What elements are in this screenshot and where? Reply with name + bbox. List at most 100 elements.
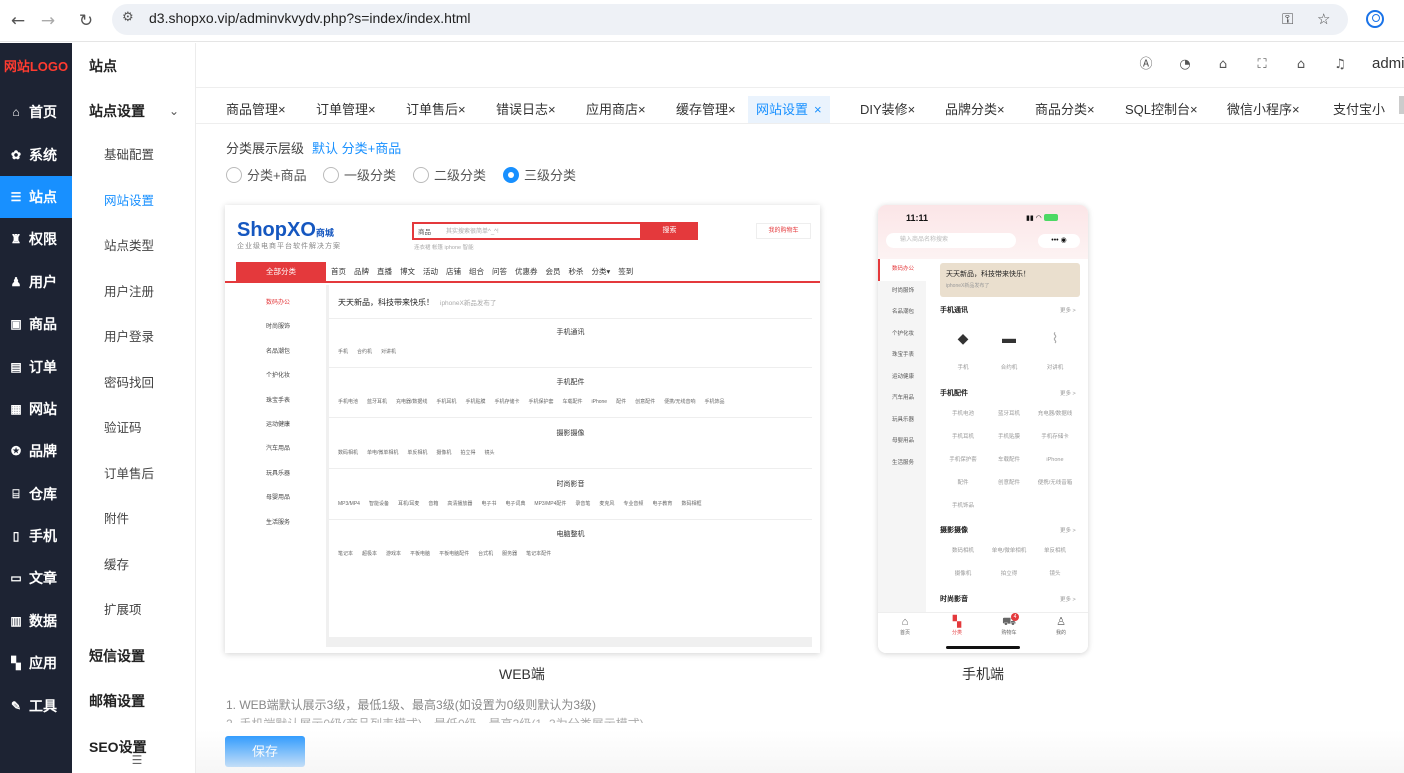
preview-section-items: 数码相机 单电/微单相机 单反相机 摄像机 拍立得 镜头 [338, 449, 503, 456]
sidebar-item-4[interactable]: ♟ 用户 [0, 261, 72, 303]
sidebar-item-8[interactable]: ✪ 品牌 [0, 430, 72, 472]
home-icon[interactable]: ⌂ [1293, 57, 1309, 73]
submenu-item[interactable]: 密码找回 [72, 361, 195, 407]
submenu-group[interactable]: 短信设置 [72, 634, 195, 680]
sidebar-item-14[interactable]: ✎ 工具 [0, 684, 72, 726]
sidebar-item-9[interactable]: ⌸ 仓库 [0, 473, 72, 515]
preview-search-button: 搜索 [641, 222, 698, 240]
close-icon[interactable]: × [997, 102, 1005, 117]
collapse-menu-icon[interactable]: ☰ [130, 753, 144, 767]
sidebar-item-11[interactable]: ▭ 文章 [0, 557, 72, 599]
submenu-item[interactable]: 用户登录 [72, 315, 195, 361]
radio-option[interactable]: 一级分类 [323, 167, 396, 185]
preview-nav-item: 店铺 [446, 267, 461, 276]
preview-section-item: 电子词典 [505, 501, 526, 507]
preview-hr [329, 367, 812, 368]
sub-sidebar: 站点 站点设置 ⌄ 基础配置 网站设置 站点类型 用户注册 用户登录 密码找回 验证码 订单售后… [72, 43, 196, 773]
close-icon[interactable]: × [908, 102, 916, 117]
translate-icon[interactable]: Ⓐ [1138, 57, 1154, 73]
tab-item[interactable]: 商品分类× [1035, 96, 1095, 123]
tab-item[interactable]: 微信小程序× [1227, 96, 1300, 123]
sidebar-item-2[interactable]: ☰ 站点 [0, 175, 72, 219]
back-icon[interactable]: ← [6, 9, 30, 33]
sidebar-item-3[interactable]: ♜ 权限 [0, 218, 72, 260]
tab-item[interactable]: 订单售后× [406, 96, 466, 123]
main-content: 分类展示层级 默认 分类+商品 分类+商品 一级分类 二级分类 三级分类 ShopXO商… [206, 125, 1404, 773]
sidebar-item-7[interactable]: ▦ 网站 [0, 388, 72, 430]
preview-section-item: MP3/MP4配件 [534, 501, 567, 507]
tabs-scrollbar[interactable] [1399, 96, 1404, 114]
preview-logo-text: ShopXO [237, 219, 316, 241]
mobile-grid-item: 手机贴膜 [997, 434, 1020, 440]
key-icon[interactable]: ⚿ [1282, 10, 1293, 28]
sidebar-item-label: 首页 [29, 104, 57, 121]
bookmark-star-icon[interactable]: ☆ [1317, 10, 1330, 28]
address-bar[interactable]: ⚙ d3.shopxo.vip/adminvkvydv.php?s=index/… [112, 4, 1348, 35]
close-icon[interactable]: × [368, 102, 376, 117]
radio-option[interactable]: 三级分类 [503, 167, 576, 185]
tab-label: 订单管理 [316, 102, 369, 117]
tab-item[interactable]: 缓存管理× [676, 96, 736, 123]
sidebar-item-12[interactable]: ▥ 数据 [0, 600, 72, 642]
sidebar-item-6[interactable]: ▤ 订单 [0, 345, 72, 387]
fullscreen-icon[interactable]: ⛶ [1254, 57, 1270, 73]
close-icon[interactable]: × [278, 102, 286, 117]
close-icon[interactable]: × [814, 102, 822, 117]
mobile-grid-item: 便携/无线音箱 [1037, 480, 1073, 486]
tab-item[interactable]: 错误日志× [496, 96, 556, 123]
site-settings-icon[interactable]: ⚙ [122, 10, 134, 25]
tab-item[interactable]: 品牌分类× [945, 96, 1005, 123]
bell-icon[interactable]: ♫ [1332, 57, 1348, 73]
reload-icon[interactable]: ↻ [74, 9, 98, 33]
mobile-grid-item: 手机存储卡 [1041, 434, 1069, 440]
preview-section-item: 智能设备 [368, 501, 389, 507]
tab-item[interactable]: 网站设置 × [748, 96, 830, 123]
close-icon[interactable]: × [1292, 102, 1300, 117]
submenu-item[interactable]: 基础配置 [72, 133, 195, 179]
store-icon[interactable]: ⌂ [1215, 57, 1231, 73]
tab-label: 商品管理 [226, 102, 279, 117]
tab-item[interactable]: DIY装修× [860, 96, 916, 123]
close-icon[interactable]: × [638, 102, 646, 117]
forward-icon[interactable]: → [36, 9, 60, 33]
brand-icon: ✪ [10, 444, 22, 459]
submenu-item[interactable]: 网站设置 [72, 179, 195, 225]
mobile-category-item: 名品潮包 [892, 309, 915, 315]
close-icon[interactable]: × [1190, 102, 1198, 117]
submenu-item[interactable]: 站点类型 [72, 224, 195, 270]
submenu-group[interactable]: 邮箱设置 [72, 679, 195, 725]
sidebar-item-0[interactable]: ⌂ 首页 [0, 91, 72, 133]
submenu-item[interactable]: 用户注册 [72, 270, 195, 316]
tab-item[interactable]: 应用商店× [586, 96, 646, 123]
close-icon[interactable]: × [1087, 102, 1095, 117]
submenu-item[interactable]: 附件 [72, 497, 195, 543]
sidebar-item-5[interactable]: ▣ 商品 [0, 303, 72, 345]
submenu-group-site-settings[interactable]: 站点设置 ⌄ [72, 89, 195, 133]
close-icon[interactable]: × [458, 102, 466, 117]
main-sidebar: 网站LOGO ⌂ 首页 ✿ 系统 ☰ 站点 ♜ 权限 ♟ 用户 ▣ 商品 ▤ 订单 ▦ 网站 ✪ 品牌 ⌸ 仓库 ▯ 手机… [0, 43, 72, 773]
submenu-item[interactable]: 缓存 [72, 543, 195, 589]
preview-body: 数码办公 时尚服饰 名品潮包 个护化妆 珠宝手表 运动健康 汽车用品 玩具乐器 母婴用品 生活服务… [236, 285, 812, 647]
palette-icon[interactable]: ◔ [1177, 57, 1193, 73]
radio-option[interactable]: 二级分类 [413, 167, 486, 185]
sidebar-item-10[interactable]: ▯ 手机 [0, 515, 72, 557]
close-icon[interactable]: × [728, 102, 736, 117]
preview-nav-item: 优惠券 [515, 267, 538, 276]
tab-item[interactable]: SQL控制台× [1125, 96, 1198, 123]
radio-option[interactable]: 分类+商品 [226, 167, 307, 185]
user-name[interactable]: admi [1372, 55, 1404, 72]
submenu-item[interactable]: 验证码 [72, 406, 195, 452]
close-icon[interactable]: × [548, 102, 556, 117]
tab-item[interactable]: 订单管理× [316, 96, 376, 123]
sidebar-item-1[interactable]: ✿ 系统 [0, 133, 72, 175]
profile-icon[interactable] [1366, 10, 1384, 28]
tab-label: DIY装修 [860, 102, 908, 117]
submenu-item[interactable]: 订单售后 [72, 452, 195, 498]
tab-item[interactable]: 商品管理× [226, 96, 286, 123]
preview-section-item: 手机贴膜 [465, 399, 486, 405]
sidebar-item-13[interactable]: ▚ 应用 [0, 642, 72, 684]
site-logo: 网站LOGO [3, 59, 69, 74]
mobile-menu-capsule: ••• ◉ [1038, 234, 1080, 248]
submenu-item[interactable]: 扩展项 [72, 588, 195, 634]
tab-item[interactable]: 支付宝小 [1333, 96, 1385, 123]
